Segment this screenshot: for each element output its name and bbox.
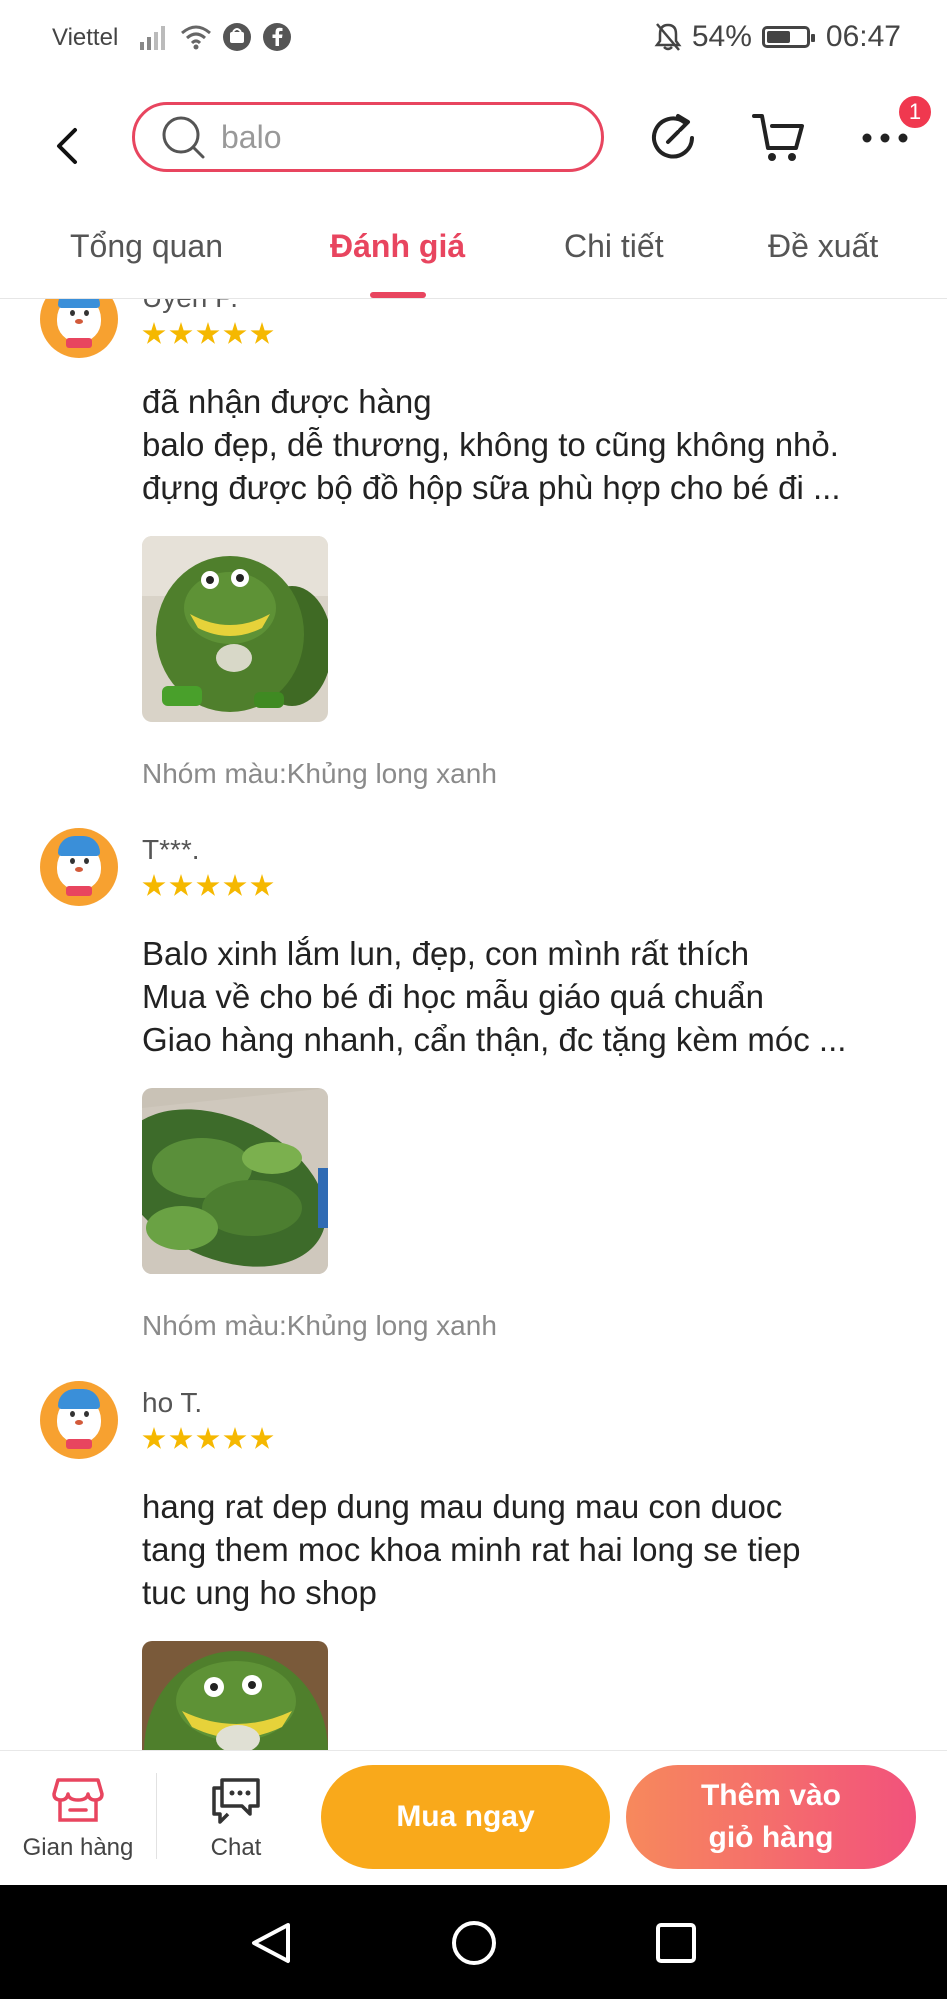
dinosaur-backpack-image: [142, 536, 328, 722]
review-text: đã nhận được hàng balo đẹp, dễ thương, k…: [142, 383, 841, 506]
review-variant: Nhóm màu:Khủng long xanh: [142, 758, 497, 789]
status-bar: Viettel 54% 06:47: [0, 0, 947, 80]
wifi-icon: [181, 25, 211, 50]
store-icon: [52, 1777, 104, 1822]
clock: 06:47: [825, 20, 901, 53]
chat-button[interactable]: Chat: [166, 1751, 306, 1886]
star-icon: [169, 322, 193, 344]
battery-icon: [761, 26, 815, 48]
cart-button[interactable]: [750, 108, 810, 168]
star-icon: [250, 322, 274, 344]
star-icon: [169, 874, 193, 896]
triangle-back-icon: [252, 1923, 290, 1963]
star-icon: [250, 874, 274, 896]
search-box[interactable]: [132, 102, 604, 172]
square-recents-icon: [656, 1923, 696, 1963]
carrier-label: Viettel: [52, 24, 119, 51]
review-list[interactable]: Uyen P. đã nhận được hàng balo đẹp, dễ t…: [0, 298, 947, 1750]
dinosaur-backpack-image: [142, 1641, 328, 1750]
star-rating: [142, 322, 274, 346]
shop-app-icon: [223, 23, 251, 51]
review-photo[interactable]: [142, 1088, 328, 1274]
star-icon: [196, 322, 220, 344]
add-to-cart-button[interactable]: Thêm vào giỏ hàng: [626, 1765, 916, 1869]
refresh-icon: [652, 114, 694, 159]
circle-home-icon: [452, 1921, 496, 1965]
store-button[interactable]: Gian hàng: [6, 1751, 150, 1886]
star-rating: [142, 1427, 274, 1451]
star-icon: [169, 1427, 193, 1449]
leaves-image: [142, 1088, 328, 1274]
chat-label: Chat: [210, 1833, 262, 1861]
nav-back-button[interactable]: [244, 1915, 300, 1971]
mute-bell-icon: [654, 23, 682, 51]
refresh-button[interactable]: [644, 108, 704, 168]
review-text: hang rat dep dung mau dung mau con duoc …: [142, 1488, 801, 1611]
reviewer-name: T***.: [142, 834, 200, 865]
more-button[interactable]: 1: [855, 94, 933, 168]
review-variant: Nhóm màu:Khủng long xanh: [142, 1310, 497, 1341]
signal-icon: [140, 26, 165, 50]
star-icon: [223, 874, 247, 896]
status-icons-left: [140, 22, 292, 52]
more-icon: [862, 133, 908, 143]
back-button[interactable]: [44, 116, 88, 176]
buy-now-button[interactable]: Mua ngay: [321, 1765, 610, 1869]
notification-badge: 1: [897, 94, 933, 130]
tab-details[interactable]: Chi tiết: [564, 228, 664, 265]
search-input[interactable]: [219, 117, 523, 157]
facebook-icon: [263, 23, 291, 51]
review-photo[interactable]: [142, 536, 328, 722]
star-icon: [223, 1427, 247, 1449]
nav-recents-button[interactable]: [648, 1915, 704, 1971]
nav-home-button[interactable]: [446, 1915, 502, 1971]
star-icon: [223, 322, 247, 344]
divider: [156, 1773, 157, 1859]
tab-bar: Tổng quan Đánh giá Chi tiết Đề xuất: [0, 200, 947, 299]
avatar: [40, 828, 118, 906]
star-icon: [142, 1427, 166, 1449]
chat-icon: [212, 1777, 260, 1824]
back-icon: [57, 128, 77, 164]
avatar: [40, 298, 118, 358]
star-icon: [196, 874, 220, 896]
search-icon: [162, 116, 205, 159]
star-rating: [142, 874, 274, 898]
bottom-action-bar: Gian hàng Chat Mua ngay Thêm vào giỏ hàn…: [0, 1750, 947, 1886]
active-tab-indicator: [370, 292, 426, 298]
tab-overview[interactable]: Tổng quan: [70, 228, 223, 265]
avatar: [40, 1381, 118, 1459]
review-text: Balo xinh lắm lun, đẹp, con mình rất thí…: [142, 935, 847, 1058]
top-bar: 1: [0, 80, 947, 200]
star-icon: [196, 1427, 220, 1449]
cart-icon: [752, 114, 804, 161]
tab-reviews[interactable]: Đánh giá: [330, 228, 465, 265]
add-to-cart-label-line2: giỏ hàng: [708, 1821, 834, 1854]
battery-percent: 54%: [691, 20, 752, 53]
status-icons-right: 54% 06:47: [654, 20, 901, 54]
reviewer-name: Uyen P.: [142, 298, 238, 314]
system-nav-bar: [0, 1885, 947, 1999]
star-icon: [142, 322, 166, 344]
store-label: Gian hàng: [22, 1833, 134, 1861]
star-icon: [250, 1427, 274, 1449]
add-to-cart-label-line1: Thêm vào: [700, 1779, 842, 1812]
review-photo[interactable]: [142, 1641, 328, 1750]
tab-recommendations[interactable]: Đề xuất: [768, 228, 878, 265]
star-icon: [142, 874, 166, 896]
reviewer-name: ho T.: [142, 1387, 203, 1418]
